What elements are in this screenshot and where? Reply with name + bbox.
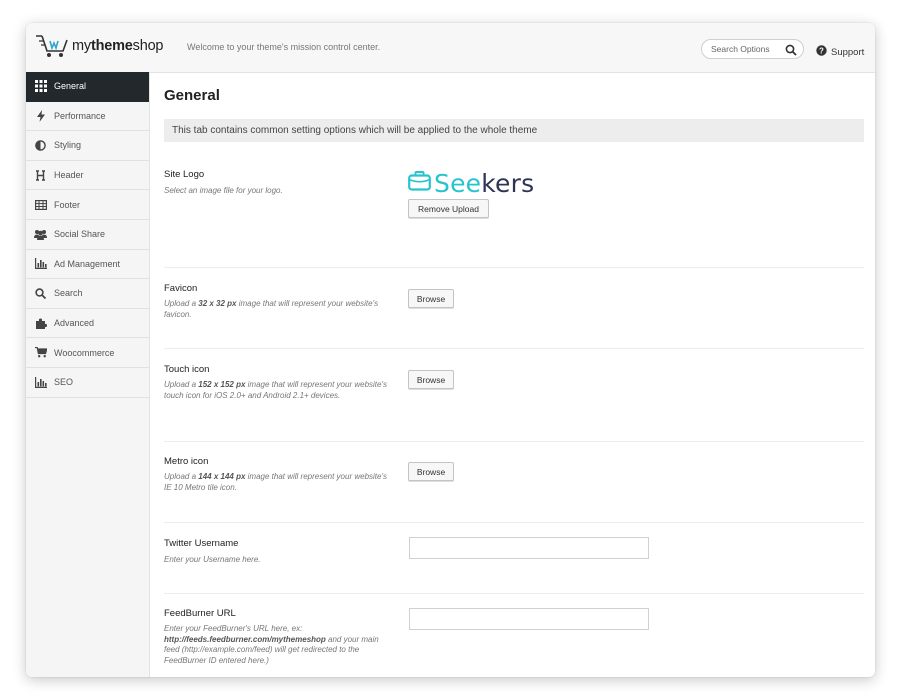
sidebar-item-seo[interactable]: SEO xyxy=(26,368,149,398)
option-title: FeedBurner URL xyxy=(164,608,236,619)
sidebar-item-styling[interactable]: Styling xyxy=(26,131,149,161)
page-title: General xyxy=(164,87,220,104)
divider xyxy=(164,441,864,442)
svg-text:?: ? xyxy=(819,46,824,55)
option-description: Upload a 152 x 152 px image that will re… xyxy=(164,380,387,400)
divider xyxy=(164,593,864,594)
metro-icon-browse-button[interactable]: Browse xyxy=(408,462,454,481)
search-options-input[interactable] xyxy=(711,42,781,56)
welcome-text: Welcome to your theme's mission control … xyxy=(187,42,381,52)
search-options-box xyxy=(701,39,804,59)
site-logo-option: Site Logo Select an image file for your … xyxy=(164,169,864,239)
option-description: Enter your Username here. xyxy=(164,555,261,564)
twitter-username-option: Twitter Username Enter your Username her… xyxy=(164,537,864,588)
option-description: Enter your FeedBurner's URL here, ex: ht… xyxy=(164,624,379,666)
option-title: Twitter Username xyxy=(164,538,239,549)
uploaded-logo-preview: Seekers xyxy=(408,169,534,198)
sidebar-item-label: SEO xyxy=(54,377,74,388)
sidebar-item-label: Social Share xyxy=(54,229,106,240)
divider xyxy=(164,348,864,349)
sidebar-item-header[interactable]: Header xyxy=(26,161,149,191)
search-icon[interactable] xyxy=(785,43,797,56)
sidebar-item-label: General xyxy=(54,81,87,92)
cart-logo-icon xyxy=(35,33,69,59)
sidebar-item-label: Footer xyxy=(54,199,81,210)
feedburner-url-option: FeedBurner URL Enter your FeedBurner's U… xyxy=(164,608,864,677)
sidebar-item-label: Ad Management xyxy=(54,258,121,269)
tab-description-notice: This tab contains common setting options… xyxy=(164,119,864,142)
feedburner-url-input[interactable] xyxy=(409,608,649,630)
search-icon xyxy=(34,287,47,300)
sidebar-item-label: Styling xyxy=(54,140,82,151)
support-label: Support xyxy=(831,46,865,58)
sidebar-item-advanced[interactable]: Advanced xyxy=(26,309,149,339)
sidebar-item-social-share[interactable]: Social Share xyxy=(26,220,149,250)
sidebar-item-label: Search xyxy=(54,288,83,299)
sidebar-item-label: Woocommerce xyxy=(54,347,115,358)
option-title: Favicon xyxy=(164,283,198,294)
cart-icon xyxy=(34,346,47,359)
sidebar-item-footer[interactable]: Footer xyxy=(26,190,149,220)
uploaded-logo-text: Seekers xyxy=(434,169,535,198)
option-title: Touch icon xyxy=(164,364,210,375)
support-link[interactable]: ? Support xyxy=(816,43,864,61)
grid-icon xyxy=(34,80,47,93)
divider xyxy=(164,522,864,523)
divider xyxy=(164,267,864,268)
twitter-username-input[interactable] xyxy=(409,537,649,559)
sidebar-item-performance[interactable]: Performance xyxy=(26,102,149,132)
users-icon xyxy=(34,228,47,241)
sidebar-item-woocommerce[interactable]: Woocommerce xyxy=(26,338,149,368)
app-window: mythemeshop Welcome to your theme's miss… xyxy=(26,23,875,677)
favicon-option: Favicon Upload a 32 x 32 px image that w… xyxy=(164,283,864,343)
sidebar-item-label: Advanced xyxy=(54,318,95,329)
sidebar-item-ad-management[interactable]: Ad Management xyxy=(26,250,149,280)
bolt-icon xyxy=(34,109,47,122)
metro-icon-option: Metro icon Upload a 144 x 144 px image t… xyxy=(164,456,864,516)
bar-chart-icon xyxy=(34,376,47,389)
sidebar-item-general[interactable]: General xyxy=(26,72,149,102)
remove-upload-button[interactable]: Remove Upload xyxy=(408,199,489,218)
main-content: General This tab contains common setting… xyxy=(150,72,875,677)
mythemeshop-logo[interactable]: mythemeshop xyxy=(35,33,164,59)
option-description: Select an image file for your logo. xyxy=(164,186,283,195)
contrast-icon xyxy=(34,139,47,152)
favicon-browse-button[interactable]: Browse xyxy=(408,289,454,308)
sidebar-item-label: Performance xyxy=(54,110,106,121)
touch-icon-option: Touch icon Upload a 152 x 152 px image t… xyxy=(164,364,864,439)
sidebar-item-label: Header xyxy=(54,170,84,181)
sidebar: General Performance Styling Header Foote… xyxy=(26,72,150,677)
bar-chart-icon xyxy=(34,257,47,270)
option-description: Upload a 32 x 32 px image that will repr… xyxy=(164,299,379,319)
option-description: Upload a 144 x 144 px image that will re… xyxy=(164,472,387,492)
table-icon xyxy=(34,198,47,211)
header-h-icon xyxy=(34,169,47,182)
option-title: Site Logo xyxy=(164,169,205,180)
question-circle-icon: ? xyxy=(816,43,827,61)
sidebar-item-search[interactable]: Search xyxy=(26,279,149,309)
option-title: Metro icon xyxy=(164,456,209,467)
touch-icon-browse-button[interactable]: Browse xyxy=(408,370,454,389)
briefcase-logo-icon xyxy=(408,171,431,196)
top-bar: mythemeshop Welcome to your theme's miss… xyxy=(26,23,875,73)
brand-name: mythemeshop xyxy=(72,38,164,54)
puzzle-icon xyxy=(34,317,47,330)
